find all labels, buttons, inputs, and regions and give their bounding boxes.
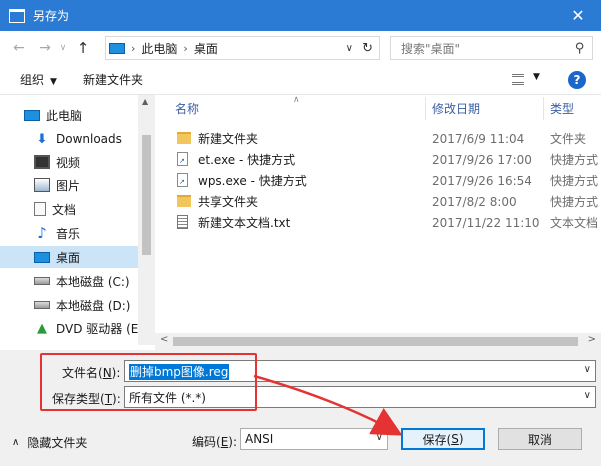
sidebar-item-dvd-drive[interactable]: ▲ DVD 驱动器 (E: — [34, 317, 155, 339]
document-icon — [34, 202, 46, 216]
folder-shortcut-icon — [177, 195, 191, 207]
back-arrow-icon[interactable]: ← — [9, 40, 29, 56]
encoding-label: 编码(E): — [192, 435, 238, 449]
breadcrumb-separator-icon: › — [131, 41, 136, 55]
file-list-horizontal-scrollbar[interactable]: < > — [155, 333, 601, 350]
file-type: 文件夹 — [550, 132, 587, 146]
sidebar-item-downloads[interactable]: ⬇ Downloads — [34, 128, 155, 150]
search-icon: ⚲ — [575, 40, 585, 56]
hide-folders-label: 隐藏文件夹 — [27, 436, 88, 450]
table-row[interactable]: 共享文件夹 2017/8/2 8:00 快捷方式 — [155, 191, 601, 212]
file-name: et.exe - 快捷方式 — [198, 153, 296, 167]
forward-arrow-icon[interactable]: → — [35, 40, 55, 56]
sidebar-item-drive-d[interactable]: 本地磁盘 (D:) — [34, 294, 155, 316]
download-arrow-icon: ⬇ — [36, 131, 48, 147]
chevron-down-icon[interactable]: ∨ — [584, 364, 591, 375]
sidebar-item-videos[interactable]: 视频 — [34, 151, 155, 173]
cancel-button[interactable]: 取消 — [498, 428, 582, 450]
shortcut-icon — [177, 173, 188, 187]
file-name: 新建文本文档.txt — [198, 216, 291, 230]
sidebar-item-desktop[interactable]: 桌面 — [0, 246, 138, 268]
file-date: 2017/11/22 11:10 — [432, 215, 540, 230]
column-header-date[interactable]: 修改日期 — [432, 95, 480, 122]
organize-button[interactable]: 组织 ▼ — [20, 71, 57, 88]
refresh-icon[interactable]: ↻ — [362, 41, 373, 56]
annotation-highlight-box — [40, 353, 257, 411]
scrollbar-thumb[interactable] — [173, 337, 578, 346]
drive-icon — [34, 301, 50, 309]
view-options-icon[interactable] — [512, 74, 524, 85]
caret-down-icon: ▼ — [50, 77, 57, 87]
close-icon[interactable]: ✕ — [555, 0, 601, 31]
scrollbar-thumb[interactable] — [142, 135, 151, 255]
search-input[interactable]: 搜索"桌面" ⚲ — [390, 36, 593, 60]
file-type: 快捷方式 — [550, 195, 599, 209]
dvd-drive-icon: ▲ — [37, 320, 47, 336]
file-type: 快捷方式 — [550, 174, 599, 188]
file-date: 2017/9/26 16:54 — [432, 173, 532, 188]
table-row[interactable]: 新建文件夹 2017/6/9 11:04 文件夹 — [155, 128, 601, 149]
file-type: 快捷方式 — [550, 153, 599, 167]
shortcut-icon — [177, 152, 188, 166]
computer-icon — [109, 42, 125, 54]
sort-ascending-icon: ∧ — [293, 95, 300, 105]
column-divider[interactable] — [425, 97, 426, 120]
picture-icon — [34, 178, 50, 192]
navigation-pane: 此电脑 ⬇ Downloads 视频 图片 文档 ♪ 音乐 桌面 本地磁盘 (C… — [0, 95, 155, 345]
text-file-icon — [177, 215, 188, 229]
file-date: 2017/8/2 8:00 — [432, 194, 517, 209]
file-type: 文本文档 — [550, 216, 599, 230]
file-name: 共享文件夹 — [198, 195, 259, 209]
navigation-bar: ← → ∨ ↑ › 此电脑 › 桌面 ∨ ↻ 搜索"桌面" ⚲ — [0, 31, 601, 65]
scroll-left-icon[interactable]: < — [160, 334, 168, 345]
sidebar-item-drive-c[interactable]: 本地磁盘 (C:) — [34, 270, 155, 292]
breadcrumb-this-pc[interactable]: 此电脑 — [141, 40, 177, 57]
desktop-icon — [34, 251, 50, 263]
chevron-down-icon[interactable]: ∨ — [584, 390, 591, 401]
sidebar-item-documents[interactable]: 文档 — [34, 198, 155, 220]
file-date: 2017/9/26 17:00 — [432, 152, 532, 167]
column-header-type[interactable]: 类型 — [550, 95, 574, 122]
chevron-down-icon[interactable]: ∨ — [346, 43, 353, 54]
annotation-arrow-icon — [253, 374, 403, 436]
music-note-icon: ♪ — [37, 224, 47, 242]
help-icon[interactable]: ? — [568, 71, 586, 89]
file-date: 2017/6/9 11:04 — [432, 131, 525, 146]
breadcrumb-separator-icon[interactable]: › — [183, 42, 187, 55]
video-icon — [34, 155, 50, 169]
column-divider[interactable] — [543, 97, 544, 120]
address-bar[interactable]: › 此电脑 › 桌面 ∨ ↻ — [105, 36, 380, 60]
save-button[interactable]: 保存(S) — [401, 428, 485, 450]
sidebar-item-pictures[interactable]: 图片 — [34, 174, 155, 196]
file-name: 新建文件夹 — [198, 132, 259, 146]
table-row[interactable]: 新建文本文档.txt 2017/11/22 11:10 文本文档 — [155, 212, 601, 233]
file-list: ∧ 名称 修改日期 类型 新建文件夹 2017/6/9 11:04 文件夹 et… — [155, 95, 601, 345]
sidebar-item-music[interactable]: ♪ 音乐 — [34, 222, 155, 244]
folder-icon — [177, 132, 191, 144]
recent-locations-chevron-icon[interactable]: ∨ — [57, 43, 69, 53]
title-bar: 另存为 ✕ — [0, 0, 601, 31]
table-row[interactable]: wps.exe - 快捷方式 2017/9/26 16:54 快捷方式 — [155, 170, 601, 191]
up-arrow-icon[interactable]: ↑ — [73, 39, 93, 57]
scroll-right-icon[interactable]: > — [588, 334, 596, 345]
table-row[interactable]: et.exe - 快捷方式 2017/9/26 17:00 快捷方式 — [155, 149, 601, 170]
computer-icon — [24, 109, 40, 121]
hide-folders-toggle[interactable]: ∧ 隐藏文件夹 — [12, 434, 87, 451]
caret-down-icon[interactable]: ▼ — [533, 72, 540, 82]
drive-windows-icon — [34, 277, 50, 285]
new-folder-button[interactable]: 新建文件夹 — [83, 71, 143, 88]
column-header-name[interactable]: 名称 — [175, 95, 199, 122]
navigation-pane-scrollbar[interactable]: ▲ — [138, 95, 155, 345]
breadcrumb-desktop[interactable]: 桌面 — [194, 40, 218, 57]
search-placeholder: 搜索"桌面" — [401, 41, 461, 56]
chevron-up-icon: ∧ — [12, 437, 20, 448]
scroll-up-icon[interactable]: ▲ — [142, 97, 148, 106]
window-icon — [9, 8, 25, 23]
window-title: 另存为 — [33, 9, 70, 23]
command-bar: 组织 ▼ 新建文件夹 ▼ ? — [0, 65, 601, 95]
sidebar-item-this-pc[interactable]: 此电脑 — [24, 104, 155, 126]
file-name: wps.exe - 快捷方式 — [198, 174, 307, 188]
